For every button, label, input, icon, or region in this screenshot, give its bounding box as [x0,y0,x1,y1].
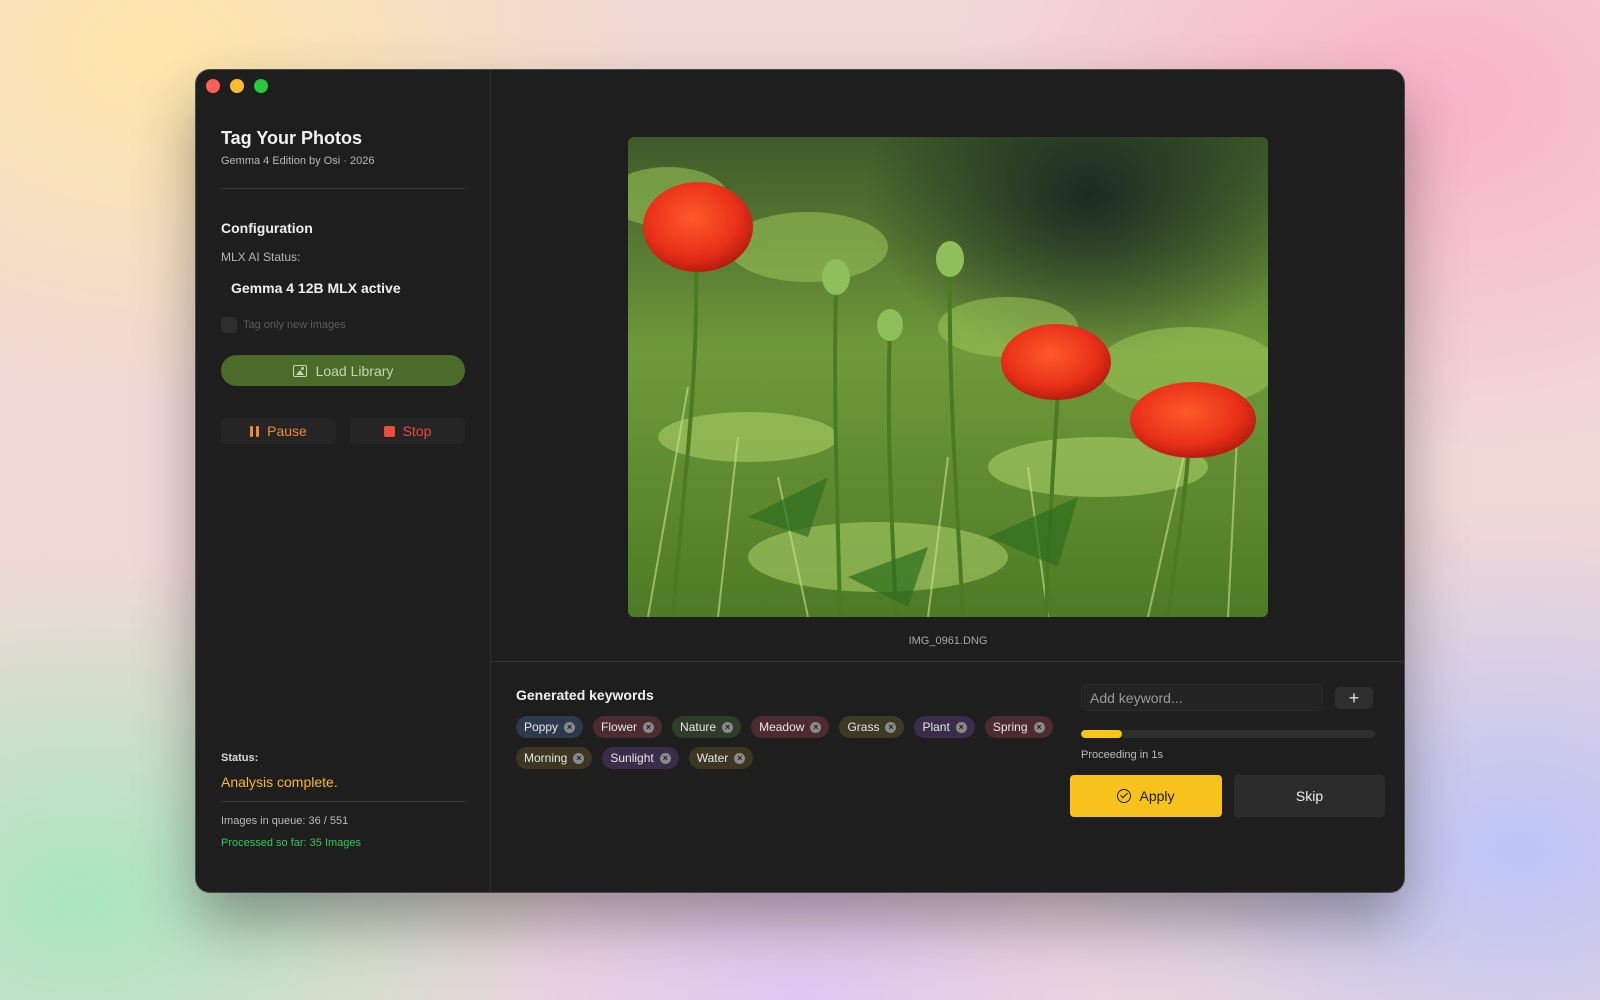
remove-keyword-icon[interactable]: × [885,721,897,733]
remove-keyword-icon[interactable]: × [643,721,655,733]
remove-keyword-icon[interactable]: × [659,752,671,764]
keyword-tag-label: Flower [601,720,638,734]
apply-button[interactable]: Apply [1070,775,1222,817]
keyword-tag[interactable]: Flower × [593,716,663,738]
remove-keyword-icon[interactable]: × [810,721,822,733]
remove-keyword-icon[interactable]: × [955,721,967,733]
pause-label: Pause [267,423,307,439]
photo-filename: IMG_0961.DNG [908,635,988,647]
configuration-heading: Configuration [221,220,313,236]
auto-proceed-progress [1081,730,1375,738]
keyword-tag[interactable]: Poppy × [516,716,584,738]
remove-keyword-icon[interactable]: × [734,752,746,764]
keyword-tag[interactable]: Sunlight × [602,747,679,769]
tag-new-images-label: Tag only new images [243,319,346,331]
status-value: Analysis complete. [221,774,338,790]
keyword-tag[interactable]: Morning × [516,747,593,769]
keyword-tag-label: Meadow [759,720,805,734]
pause-icon [250,425,260,437]
keyword-tag-label: Nature [680,720,717,734]
photo-library-icon [292,364,307,377]
mlx-status-value: Gemma 4 12B MLX active [231,280,401,296]
mlx-status-label: MLX AI Status: [221,250,301,264]
keyword-tag[interactable]: Water × [688,747,754,769]
keyword-tag-label: Grass [847,720,880,734]
checkmark-circle-icon [1117,789,1132,803]
remove-keyword-icon[interactable]: × [1033,721,1045,733]
add-keyword-button[interactable]: + [1335,687,1373,709]
keywords-heading: Generated keywords [516,687,654,703]
load-library-label: Load Library [315,362,394,379]
main-divider [491,661,1404,662]
sidebar-divider [221,188,465,189]
remove-keyword-icon[interactable]: × [722,721,734,733]
keyword-tag-label: Plant [922,720,950,734]
keyword-tags: Poppy × Flower × Nature × Meadow × Grass × Plant × S… [516,716,1056,769]
keyword-tag-label: Water [696,751,729,765]
keyword-tag-label: Morning [524,751,568,765]
load-library-button[interactable]: Load Library [221,355,465,386]
queue-count: Images in queue: 36 / 551 [221,815,349,827]
keyword-tag[interactable]: Nature × [672,716,742,738]
keyword-tag[interactable]: Grass × [839,716,905,738]
keyword-tag[interactable]: Meadow × [751,716,830,738]
add-keyword-input[interactable] [1081,684,1323,711]
stop-button[interactable]: Stop [350,418,465,444]
tag-new-images-option[interactable]: Tag only new images [221,317,346,333]
skip-button[interactable]: Skip [1234,775,1385,817]
processed-count: Processed so far: 35 Images [221,837,362,849]
sidebar: Tag Your Photos Gemma 4 Edition by Osi ·… [196,70,491,892]
main-panel: IMG_0961.DNG Generated keywords Poppy × Fl… [491,70,1404,892]
pause-button[interactable]: Pause [221,418,336,444]
tag-new-images-checkbox[interactable] [221,317,237,333]
photo-preview [628,137,1268,617]
app-title: Tag Your Photos [221,128,363,148]
remove-keyword-icon[interactable]: × [564,721,576,733]
keyword-tag[interactable]: Plant × [914,716,975,738]
keyword-tag-label: Poppy [524,720,559,734]
stop-label: Stop [402,423,432,439]
keyword-tag-label: Spring [992,720,1028,734]
app-window: Tag Your Photos Gemma 4 Edition by Osi ·… [196,70,1404,892]
apply-label: Apply [1139,788,1175,804]
proceeding-countdown: Proceeding in 1s [1081,749,1163,761]
keyword-tag[interactable]: Spring × [984,716,1053,738]
status-label: Status: [221,752,259,764]
stop-icon [383,425,395,437]
keyword-tag-label: Sunlight [610,751,654,765]
app-subtitle: Gemma 4 Edition by Osi · 2026 [221,155,375,167]
remove-keyword-icon[interactable]: × [573,752,585,764]
progress-fill [1081,730,1123,738]
status-divider [221,801,465,802]
